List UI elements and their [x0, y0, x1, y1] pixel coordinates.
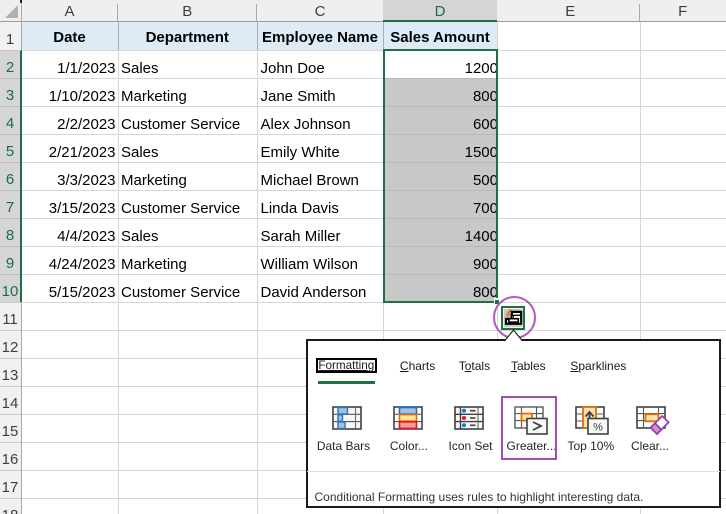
- svg-text:%: %: [593, 421, 603, 433]
